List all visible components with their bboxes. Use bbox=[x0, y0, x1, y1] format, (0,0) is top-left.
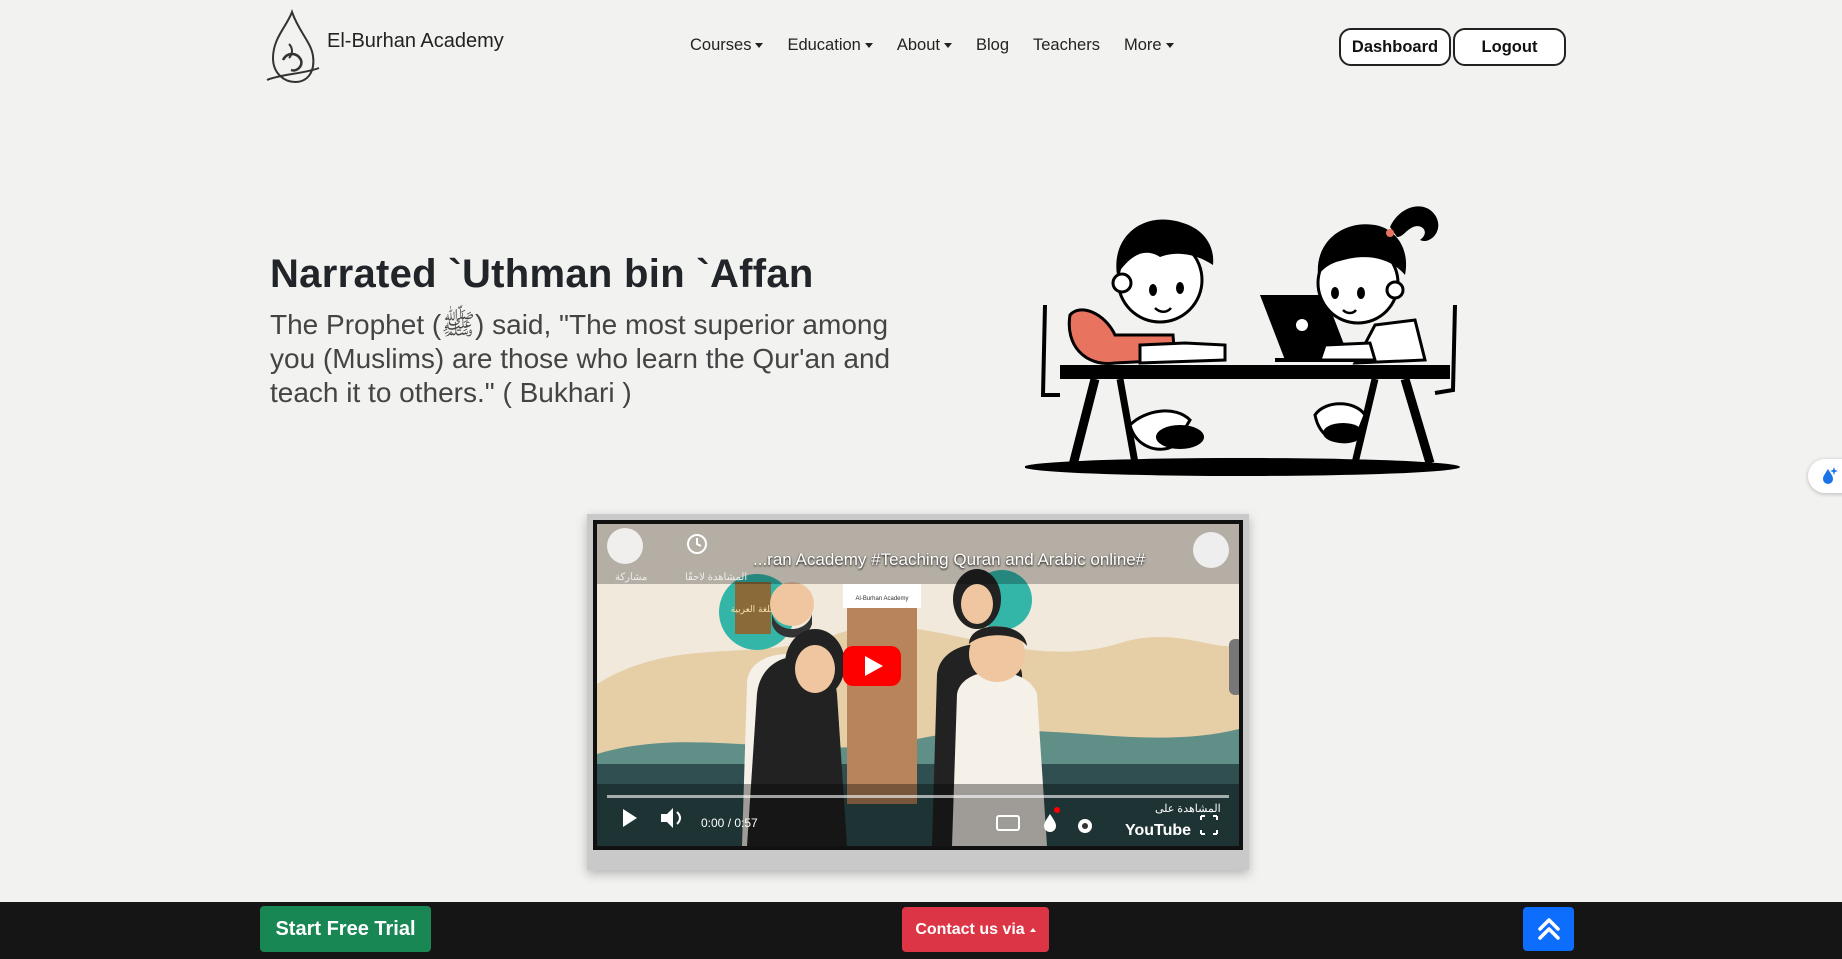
double-chevron-up-icon bbox=[1537, 918, 1560, 940]
arabic-sign: اللغة العربية bbox=[731, 605, 776, 615]
dashboard-button[interactable]: Dashboard bbox=[1339, 28, 1451, 66]
caret-down-icon bbox=[864, 43, 873, 48]
nav-label: About bbox=[896, 36, 940, 54]
youtube-video[interactable]: Al-Burhan Academy اللغة العربية ...ran A… bbox=[593, 520, 1243, 850]
back-to-top-button[interactable] bbox=[1523, 907, 1574, 951]
video-title[interactable]: ...ran Academy #Teaching Quran and Arabi… bbox=[753, 550, 1145, 570]
nav-item-teachers[interactable]: Teachers bbox=[1033, 36, 1100, 55]
navbar: El-Burhan Academy Courses Education Abou… bbox=[0, 0, 1842, 96]
hero-text: The Prophet (ﷺ) said, "The most superior… bbox=[270, 309, 891, 408]
start-free-trial-button[interactable]: Start Free Trial bbox=[260, 906, 431, 952]
watch-later-label[interactable]: المشاهدة لاحقًا bbox=[685, 572, 747, 583]
brand-name: El-Burhan Academy bbox=[327, 29, 504, 52]
logout-button[interactable]: Logout bbox=[1453, 28, 1566, 66]
droplet-sparkle-icon bbox=[1823, 467, 1838, 484]
nav-label: Education bbox=[787, 36, 861, 54]
contact-label: Contact us via bbox=[915, 920, 1025, 938]
nav-item-blog[interactable]: Blog bbox=[976, 36, 1009, 55]
caret-up-icon bbox=[1029, 927, 1036, 932]
contact-us-button[interactable]: Contact us via bbox=[902, 907, 1049, 952]
caret-down-icon bbox=[1165, 43, 1174, 48]
nav-item-education[interactable]: Education bbox=[787, 36, 873, 55]
hero-title: Narrated `Uthman bin `Affan bbox=[270, 252, 814, 296]
nav-item-courses[interactable]: Courses bbox=[690, 36, 764, 55]
caret-down-icon bbox=[943, 43, 952, 48]
brand[interactable]: El-Burhan Academy bbox=[263, 8, 504, 86]
accessibility-widget[interactable] bbox=[1808, 459, 1842, 493]
nav-label: Blog bbox=[975, 36, 1009, 54]
youtube-logo[interactable]: YouTube bbox=[1125, 822, 1191, 840]
share-label[interactable]: مشاركة bbox=[615, 572, 647, 583]
nav-item-more[interactable]: More bbox=[1124, 36, 1174, 55]
caret-down-icon bbox=[755, 43, 764, 48]
nav-item-about[interactable]: About bbox=[897, 36, 952, 55]
video-frame: Al-Burhan Academy اللغة العربية ...ran A… bbox=[587, 514, 1249, 870]
nav-label: Courses bbox=[690, 36, 752, 54]
nav-label: Teachers bbox=[1033, 36, 1100, 54]
watch-on-label: المشاهدة على bbox=[1155, 803, 1221, 815]
building-label: Al-Burhan Academy bbox=[855, 596, 908, 602]
kids-studying-illustration bbox=[1025, 206, 1460, 476]
video-time: 0:00 / 0:57 bbox=[701, 816, 758, 830]
calligraphy-logo-icon bbox=[266, 9, 320, 84]
nav-label: More bbox=[1123, 36, 1162, 54]
main-nav: Courses Education About Blog Teachers Mo… bbox=[690, 36, 1198, 55]
